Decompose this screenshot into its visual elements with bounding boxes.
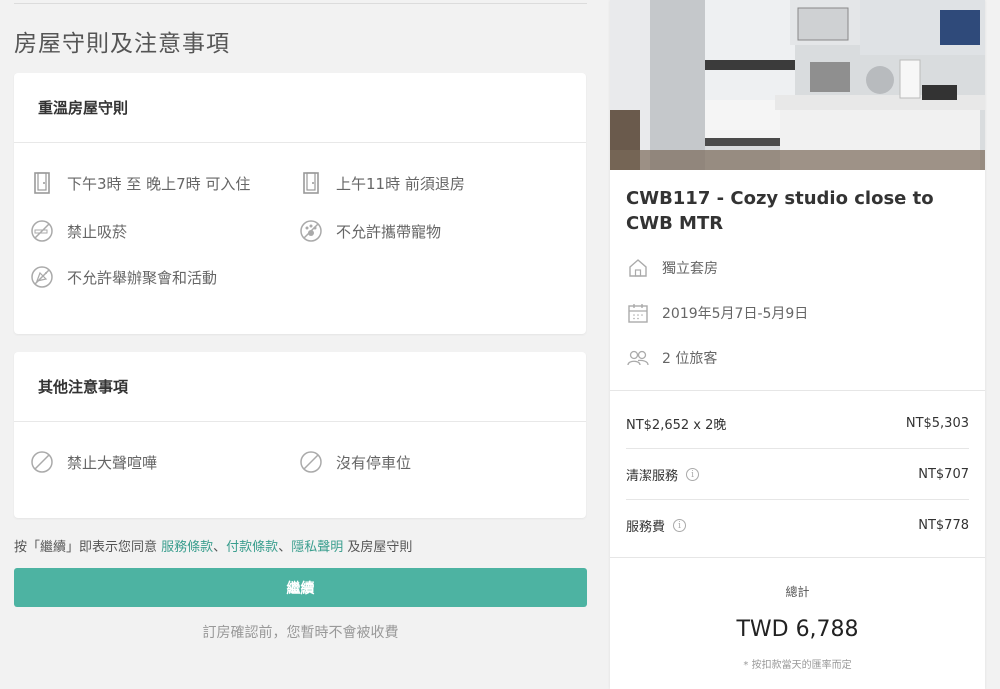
total-label: 總計 — [785, 585, 810, 599]
price-amount: NT$778 — [918, 518, 969, 533]
consent-text: 按「繼續」即表示您同意 服務條款、付款條款、隱私聲明 及房屋守則 — [14, 536, 412, 555]
privacy-policy-link[interactable]: 隱私聲明 — [291, 540, 343, 555]
consent-prefix: 按「繼續」即表示您同意 — [14, 540, 162, 555]
divider — [610, 557, 985, 558]
consent-suffix: 及房屋守則 — [343, 540, 413, 555]
info-icon[interactable]: i — [686, 468, 700, 481]
price-amount: NT$5,303 — [905, 416, 969, 431]
prohibited-icon — [30, 450, 54, 474]
divider — [610, 390, 985, 391]
no-parties-icon — [30, 265, 54, 289]
consent-separator: 、 — [278, 540, 292, 555]
price-label: 清潔服務 — [626, 469, 679, 484]
price-label: NT$2,652 x 2晚 — [626, 418, 727, 433]
guests-row: 2 位旅客 — [626, 346, 717, 370]
room-type-row: 獨立套房 — [626, 256, 718, 280]
no-pets-icon — [299, 219, 323, 243]
home-icon — [626, 256, 650, 280]
consent-separator: 、 — [213, 540, 227, 555]
note-no-parking: 沒有停車位 — [299, 450, 411, 474]
price-row-nights: NT$2,652 x 2晚 NT$5,303 — [626, 414, 969, 433]
dates-text: 2019年5月7日-5月9日 — [662, 306, 809, 322]
room-type-text: 獨立套房 — [662, 261, 718, 277]
note-text: 禁止大聲喧嘩 — [67, 453, 158, 472]
prohibited-icon — [299, 450, 323, 474]
listing-photo — [610, 0, 985, 170]
dates-row: 2019年5月7日-5月9日 — [626, 301, 808, 325]
door-icon — [299, 171, 323, 195]
calendar-icon — [626, 301, 650, 325]
note-text: 沒有停車位 — [336, 453, 412, 472]
info-icon[interactable]: i — [673, 519, 687, 532]
payment-terms-link[interactable]: 付款條款 — [226, 540, 278, 555]
no-smoking-icon — [30, 219, 54, 243]
price-label: 服務費 — [626, 520, 666, 535]
note-no-noise: 禁止大聲喧嘩 — [30, 450, 157, 474]
no-charge-note: 訂房確認前，您暫時不會被收費 — [202, 625, 399, 641]
rule-no-smoking: 禁止吸菸 — [30, 219, 127, 243]
divider — [626, 499, 969, 500]
door-icon — [30, 171, 54, 195]
other-notes-card: 其他注意事項 禁止大聲喧嘩 沒有停車位 — [14, 352, 586, 518]
rule-no-pets: 不允許攜帶寵物 — [299, 219, 441, 243]
divider — [626, 448, 969, 449]
page-title: 房屋守則及注意事項 — [14, 31, 230, 57]
rule-text: 下午3時 至 晚上7時 可入住 — [67, 174, 251, 193]
house-rules-heading: 重溫房屋守則 — [14, 73, 586, 143]
terms-of-service-link[interactable]: 服務條款 — [161, 540, 213, 555]
rule-text: 禁止吸菸 — [67, 222, 128, 241]
exchange-rate-note: * 按扣款當天的匯率而定 — [743, 660, 852, 671]
price-label-group: 清潔服務 i — [626, 465, 700, 484]
rule-checkin: 下午3時 至 晚上7時 可入住 — [30, 171, 250, 195]
other-notes-heading: 其他注意事項 — [14, 352, 586, 422]
top-divider — [14, 3, 587, 4]
price-amount: NT$707 — [918, 467, 969, 482]
guests-icon — [626, 346, 650, 370]
booking-summary-panel: CWB117 - Cozy studio close to CWB MTR 獨立… — [610, 0, 985, 689]
rule-text: 不允許攜帶寵物 — [336, 222, 442, 241]
guests-text: 2 位旅客 — [662, 351, 718, 367]
price-row-cleaning: 清潔服務 i NT$707 — [626, 465, 969, 484]
rule-text: 不允許舉辦聚會和活動 — [67, 268, 218, 287]
price-label-group: 服務費 i — [626, 516, 687, 535]
rule-text: 上午11時 前須退房 — [336, 174, 465, 193]
price-row-service-fee: 服務費 i NT$778 — [626, 516, 969, 535]
listing-title: CWB117 - Cozy studio close to CWB MTR — [626, 188, 934, 234]
house-rules-card: 重溫房屋守則 下午3時 至 晚上7時 可入住 上午11時 前須退房 禁止吸菸 不… — [14, 73, 586, 334]
rule-no-parties: 不允許舉辦聚會和活動 — [30, 265, 217, 289]
total-value: TWD 6,788 — [736, 617, 859, 642]
continue-button[interactable]: 繼續 — [14, 568, 587, 607]
rule-checkout: 上午11時 前須退房 — [299, 171, 465, 195]
